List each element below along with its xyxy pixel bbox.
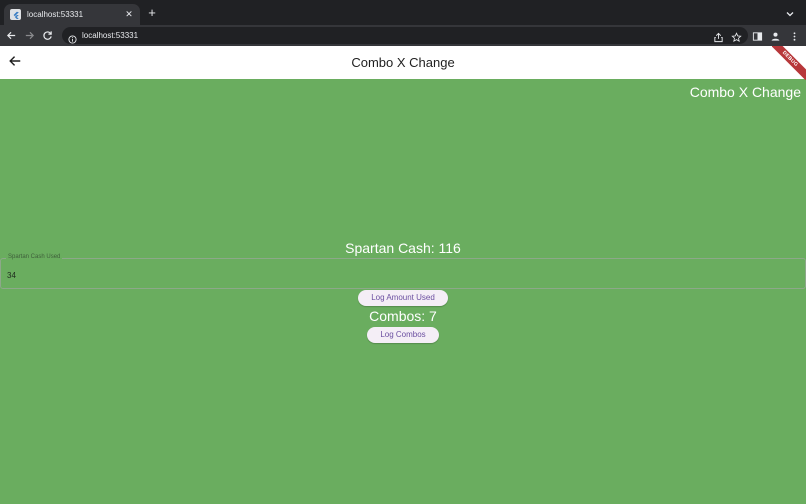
flutter-favicon-icon xyxy=(10,9,21,20)
tab-close-icon[interactable]: ✕ xyxy=(124,9,134,20)
bookmark-star-icon[interactable] xyxy=(731,30,742,42)
profile-icon[interactable] xyxy=(770,29,782,41)
log-amount-used-button[interactable]: Log Amount Used xyxy=(358,290,448,306)
app-bar: Combo X Change xyxy=(0,46,806,79)
new-tab-button[interactable]: + xyxy=(146,6,158,20)
page-heading: Combo X Change xyxy=(689,84,801,100)
combos-count: Combos: 7 xyxy=(369,308,437,324)
spartan-cash-used-input[interactable] xyxy=(7,268,787,282)
site-info-icon[interactable] xyxy=(68,31,77,44)
back-arrow-icon[interactable] xyxy=(5,29,18,42)
browser-tab-bar: localhost:53331 ✕ + xyxy=(0,0,806,25)
address-bar[interactable]: localhost:53331 xyxy=(62,27,748,44)
url-text: localhost:53331 xyxy=(82,31,139,40)
spartan-cash-balance: Spartan Cash: 116 xyxy=(345,240,461,256)
side-panel-icon[interactable] xyxy=(752,29,764,41)
app-title: Combo X Change xyxy=(351,55,455,70)
browser-tab[interactable]: localhost:53331 ✕ xyxy=(4,4,140,25)
tab-title: localhost:53331 xyxy=(27,10,84,19)
share-icon[interactable] xyxy=(713,30,724,43)
field-label: Spartan Cash Used xyxy=(6,254,63,260)
reload-icon[interactable] xyxy=(41,29,54,42)
browser-toolbar: localhost:53331 xyxy=(0,25,806,46)
tab-search-chevron-icon[interactable] xyxy=(784,7,796,19)
browser-menu-icon[interactable] xyxy=(789,29,801,41)
spartan-cash-used-field: Spartan Cash Used xyxy=(0,254,806,289)
forward-arrow-icon[interactable] xyxy=(23,29,36,42)
log-combos-button[interactable]: Log Combos xyxy=(367,327,439,343)
